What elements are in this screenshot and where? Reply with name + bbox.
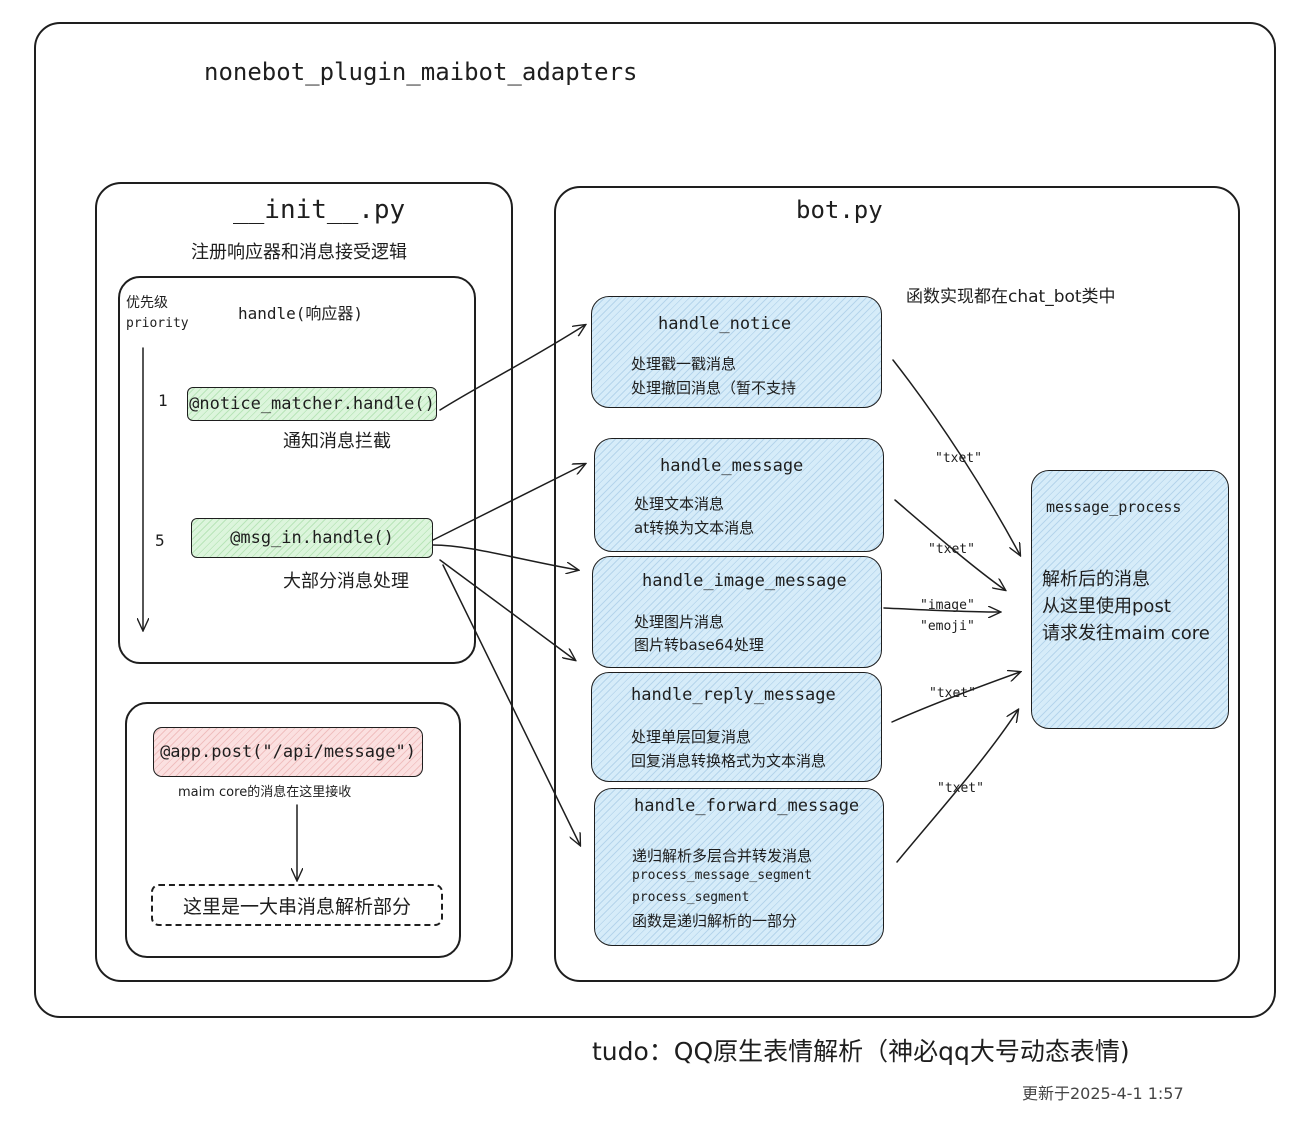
connector-arrows [0,0,1305,1123]
update-timestamp: 更新于2025-4-1 1:57 [1022,1084,1184,1103]
todo-note: tudo：QQ原生表情解析（神必qq大号动态表情) [592,1037,1130,1066]
